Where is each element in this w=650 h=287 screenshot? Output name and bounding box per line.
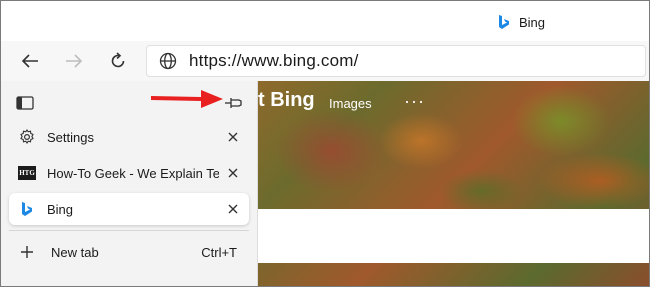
back-button[interactable] <box>17 49 43 73</box>
vertical-tab-settings[interactable]: Settings <box>9 121 249 153</box>
address-bar[interactable]: https://www.bing.com/ <box>146 45 646 77</box>
vertical-tab-bing[interactable]: Bing <box>9 193 249 225</box>
images-link[interactable]: Images <box>329 96 372 111</box>
more-icon[interactable]: ··· <box>404 91 425 112</box>
htg-favicon: HTG <box>17 163 37 183</box>
tab-label: Bing <box>47 201 74 217</box>
close-icon[interactable] <box>225 201 241 217</box>
close-icon[interactable] <box>225 165 241 181</box>
vertical-tabs-pane: Settings HTG How-To Geek - We Explain Te… <box>1 81 258 286</box>
globe-icon <box>159 52 177 70</box>
arrow-left-icon <box>21 54 38 68</box>
refresh-icon <box>111 52 125 68</box>
browser-window: Bing https://www.bing.com/ t Bing Images… <box>0 0 650 287</box>
toolbar: https://www.bing.com/ <box>1 41 649 81</box>
search-area[interactable] <box>258 209 649 263</box>
active-tab-title[interactable]: Bing <box>497 13 545 31</box>
annotation-arrow-icon <box>151 90 223 108</box>
vertical-tab-howtogeek[interactable]: HTG How-To Geek - We Explain Technology <box>9 157 249 189</box>
forward-button[interactable] <box>61 49 87 73</box>
new-tab-label: New tab <box>51 244 99 260</box>
tab-label: Settings <box>47 129 94 145</box>
new-tab-shortcut: Ctrl+T <box>201 244 237 260</box>
pin-icon <box>225 98 242 108</box>
page-title: t Bing <box>258 89 315 111</box>
gear-icon <box>17 127 37 147</box>
refresh-button[interactable] <box>105 49 131 73</box>
close-icon[interactable] <box>225 129 241 145</box>
bing-icon <box>17 199 37 219</box>
new-tab-button[interactable]: New tab Ctrl+T <box>9 238 249 266</box>
arrow-right-icon <box>66 54 83 68</box>
pane-toggle-button[interactable] <box>15 95 35 111</box>
tab-label: How-To Geek - We Explain Technology <box>47 165 219 181</box>
plus-icon <box>17 242 37 262</box>
url-text[interactable]: https://www.bing.com/ <box>189 51 359 71</box>
pin-pane-button[interactable] <box>223 93 245 113</box>
pane-toggle-icon <box>16 96 34 110</box>
tab-title-label: Bing <box>519 14 546 30</box>
bing-icon <box>499 15 509 29</box>
divider <box>9 230 249 231</box>
htg-favicon-text: HTG <box>18 166 36 180</box>
title-bar: Bing <box>1 1 649 41</box>
